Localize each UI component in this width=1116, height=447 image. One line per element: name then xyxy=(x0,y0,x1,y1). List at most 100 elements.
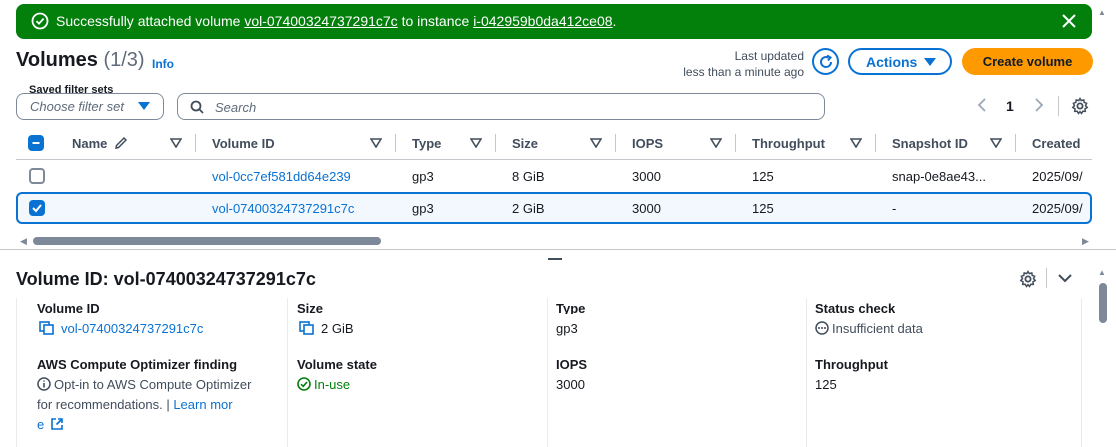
column-separator[interactable] xyxy=(615,134,616,152)
banner-volume-link[interactable]: vol-07400324737291c7c xyxy=(244,13,397,29)
create-volume-button[interactable]: Create volume xyxy=(962,48,1093,75)
cell-throughput: 125 xyxy=(752,169,774,184)
cell-snapshot-id: snap-0e8ae43... xyxy=(892,169,986,184)
column-separator[interactable] xyxy=(195,134,196,152)
copy-icon[interactable] xyxy=(39,321,55,335)
type-value: gp3 xyxy=(556,321,578,336)
horizontal-scrollbar-thumb[interactable] xyxy=(33,237,381,245)
optimizer-label: AWS Compute Optimizer finding xyxy=(37,357,238,372)
column-header-iops[interactable]: IOPS xyxy=(632,136,663,151)
details-title: Volume ID: vol-07400324737291c7c xyxy=(16,269,316,289)
chevron-left-icon[interactable] xyxy=(977,98,987,112)
checkmark-icon xyxy=(32,204,42,213)
success-flash-banner: Successfully attached volume vol-0740032… xyxy=(16,4,1092,39)
sort-caret-icon[interactable] xyxy=(170,138,182,148)
search-placeholder: Search xyxy=(215,100,257,115)
details-column-divider xyxy=(547,298,548,447)
details-scroll-up-arrow[interactable]: ▲ xyxy=(1098,268,1106,277)
selection-count: (1/3) xyxy=(103,49,145,71)
type-label: Type xyxy=(556,301,586,314)
select-all-checkbox[interactable] xyxy=(28,135,44,151)
column-separator[interactable] xyxy=(875,134,876,152)
volume-id-link[interactable]: vol-07400324737291c7c xyxy=(212,201,354,216)
iops-value: 3000 xyxy=(556,377,585,392)
size-text: 2 GiB xyxy=(321,321,354,336)
chevron-right-icon[interactable] xyxy=(1034,98,1044,112)
gear-icon[interactable] xyxy=(1019,270,1037,288)
sort-caret-icon[interactable] xyxy=(370,138,382,148)
column-header-volume-id[interactable]: Volume ID xyxy=(212,136,275,151)
column-separator[interactable] xyxy=(395,134,396,152)
scroll-up-arrow[interactable]: ▲ xyxy=(1098,8,1106,17)
volume-id-value[interactable]: vol-07400324737291c7c xyxy=(39,321,203,336)
column-separator[interactable] xyxy=(495,134,496,152)
table-row[interactable]: vol-0cc7ef581dd64e239 gp3 8 GiB 3000 125… xyxy=(16,161,1092,192)
cell-iops: 3000 xyxy=(632,201,661,216)
volume-state-label: Volume state xyxy=(297,357,377,372)
pager-divider xyxy=(1058,96,1059,116)
column-header-name[interactable]: Name xyxy=(72,136,128,151)
current-page[interactable]: 1 xyxy=(1006,98,1014,114)
cell-iops: 3000 xyxy=(632,169,661,184)
copy-icon[interactable] xyxy=(299,321,315,335)
sort-caret-icon[interactable] xyxy=(470,138,482,148)
row-checkbox[interactable] xyxy=(29,200,45,216)
refresh-button[interactable] xyxy=(812,48,839,75)
split-panel-drag-handle[interactable] xyxy=(548,258,562,260)
volume-id-text[interactable]: vol-07400324737291c7c xyxy=(61,321,203,336)
saved-filter-select[interactable]: Choose filter set xyxy=(16,93,164,120)
info-circle-icon xyxy=(37,377,51,391)
gear-icon[interactable] xyxy=(1071,97,1089,115)
optimizer-line-2: for recommendations. | Learn mor xyxy=(37,397,233,412)
table-row-selected[interactable]: vol-07400324737291c7c gp3 2 GiB 3000 125… xyxy=(16,192,1092,224)
vertical-scrollbar-thumb[interactable] xyxy=(1099,283,1107,323)
cell-throughput: 125 xyxy=(752,201,774,216)
learn-more-link-continued[interactable]: e xyxy=(37,417,64,432)
column-separator[interactable] xyxy=(1015,134,1016,152)
scroll-left-arrow[interactable]: ◀ xyxy=(20,236,27,247)
chevron-down-icon[interactable] xyxy=(1057,272,1073,284)
banner-suffix: . xyxy=(612,13,617,29)
column-header-type[interactable]: Type xyxy=(412,136,441,151)
learn-more-link-tail[interactable]: e xyxy=(37,417,44,432)
column-header-created[interactable]: Created xyxy=(1032,136,1080,151)
sort-caret-icon[interactable] xyxy=(710,138,722,148)
optimizer-line-1-text: Opt-in to AWS Compute Optimizer xyxy=(54,377,252,392)
scroll-right-arrow[interactable]: ▶ xyxy=(1082,236,1089,247)
search-input[interactable]: Search xyxy=(177,93,825,120)
volume-state-text: In-use xyxy=(314,377,351,392)
column-header-throughput[interactable]: Throughput xyxy=(752,136,825,151)
page-title: Volumes (1/3) xyxy=(16,49,145,72)
throughput-label: Throughput xyxy=(815,357,888,372)
banner-instance-link[interactable]: i-042959b0da412ce08 xyxy=(473,13,612,29)
sort-caret-icon[interactable] xyxy=(990,138,1002,148)
column-separator[interactable] xyxy=(735,134,736,152)
status-check-value: Insufficient data xyxy=(815,321,923,336)
size-value: 2 GiB xyxy=(299,321,354,336)
volume-id-link[interactable]: vol-0cc7ef581dd64e239 xyxy=(212,169,351,184)
actions-button[interactable]: Actions xyxy=(848,48,952,75)
info-link[interactable]: Info xyxy=(152,57,174,71)
sort-caret-icon[interactable] xyxy=(850,138,862,148)
status-pending-icon xyxy=(815,321,829,335)
status-success-icon xyxy=(297,377,311,391)
learn-more-link[interactable]: Learn mor xyxy=(173,397,232,412)
optimizer-line-2-text: for recommendations. | xyxy=(37,397,174,412)
status-check-label: Status check xyxy=(815,301,896,314)
close-icon[interactable] xyxy=(1060,12,1078,30)
cell-created: 2025/09/ xyxy=(1032,201,1083,216)
sort-caret-icon[interactable] xyxy=(590,138,602,148)
success-check-icon xyxy=(31,12,49,30)
external-link-icon[interactable] xyxy=(50,417,64,431)
throughput-value: 125 xyxy=(815,377,837,392)
refresh-icon xyxy=(819,54,832,68)
column-header-snapshot-id[interactable]: Snapshot ID xyxy=(892,136,968,151)
row-checkbox[interactable] xyxy=(29,168,45,184)
column-header-size[interactable]: Size xyxy=(512,136,538,151)
pencil-icon xyxy=(115,136,128,149)
cell-created: 2025/09/ xyxy=(1032,169,1083,184)
cell-size: 8 GiB xyxy=(512,169,545,184)
search-icon xyxy=(190,100,204,114)
saved-filter-placeholder: Choose filter set xyxy=(30,99,124,114)
last-updated: Last updated less than a minute ago xyxy=(666,48,804,80)
